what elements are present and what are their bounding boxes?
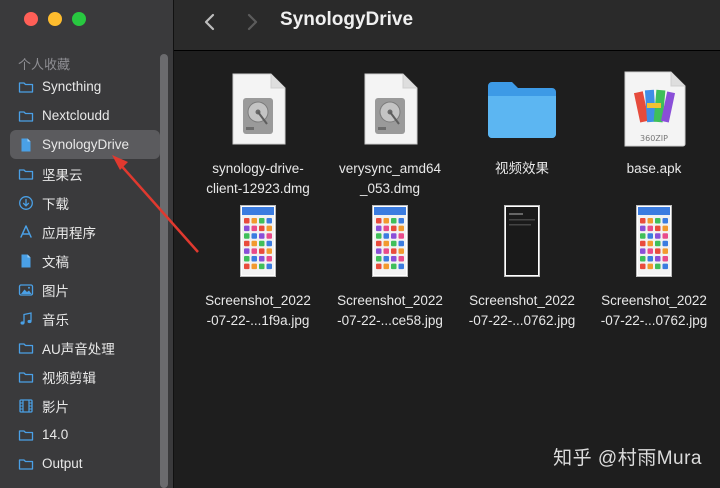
file-item-3[interactable]: 360ZIP base.apk <box>588 65 720 179</box>
sidebar-item-7[interactable]: 图片 <box>10 275 160 304</box>
favorites-section-label: 个人收藏 <box>18 57 71 72</box>
sidebar-item-label: Output <box>42 456 83 471</box>
sidebar-list: Syncthing Nextcloudd SynologyDrive 坚果云下载应用程… <box>10 72 160 478</box>
window-title: SynologyDrive <box>280 9 414 30</box>
file-grid: 知乎 @村雨Mura synology-drive- client-12923.… <box>174 51 720 488</box>
document-icon <box>18 253 34 269</box>
disk-image-icon <box>192 65 324 153</box>
sidebar-item-13[interactable]: Output <box>10 449 160 478</box>
watermark: 知乎 @村雨Mura <box>553 448 702 469</box>
sidebar: 个人收藏 Syncthing Nextcloudd SynologyDrive 坚果云… <box>0 0 174 488</box>
file-name: 视频效果 <box>495 161 549 176</box>
film-icon <box>18 398 34 414</box>
file-badge: 360ZIP <box>640 134 668 143</box>
sidebar-scrollbar[interactable] <box>160 54 168 488</box>
applications-icon <box>18 224 34 240</box>
folder-icon <box>18 108 34 124</box>
music-icon <box>18 311 34 327</box>
sidebar-item-12[interactable]: 14.0 <box>10 420 160 449</box>
sidebar-item-label: Syncthing <box>42 79 102 94</box>
sidebar-item-label: SynologyDrive <box>42 137 130 152</box>
download-icon <box>18 195 34 211</box>
folder-icon <box>18 166 34 182</box>
sidebar-item-1[interactable]: Nextcloudd <box>10 101 160 130</box>
file-item-1[interactable]: verysync_amd64 _053.dmg <box>324 65 456 199</box>
toolbar: SynologyDrive <box>174 0 720 51</box>
sidebar-item-label: 音乐 <box>42 312 69 328</box>
sidebar-item-9[interactable]: AU声音处理 <box>10 333 160 362</box>
chevron-right-icon <box>247 13 258 31</box>
image-thumbnail-icon <box>456 197 588 285</box>
sidebar-item-10[interactable]: 视频剪辑 <box>10 362 160 391</box>
sidebar-item-label: 视频剪辑 <box>42 370 96 386</box>
image-thumbnail-icon <box>324 197 456 285</box>
sidebar-item-11[interactable]: 影片 <box>10 391 160 420</box>
file-item-2[interactable]: 视频效果 <box>456 65 588 179</box>
folder-icon <box>18 340 34 356</box>
folder-icon <box>18 427 34 443</box>
sidebar-item-6[interactable]: 文稿 <box>10 246 160 275</box>
file-name: base.apk <box>626 161 682 176</box>
file-name: synology-drive- client-12923.dmg <box>206 161 310 196</box>
folder-icon <box>18 79 34 95</box>
file-item-6[interactable]: Screenshot_2022 -07-22-...0762.jpg <box>456 197 588 331</box>
file-name: verysync_amd64 _053.dmg <box>338 161 442 196</box>
file-name: Screenshot_2022 -07-22-...0762.jpg <box>468 293 576 328</box>
folder-icon <box>456 65 588 153</box>
file-item-7[interactable]: Screenshot_2022 -07-22-...0762.jpg <box>588 197 720 331</box>
close-window-button[interactable] <box>24 12 38 26</box>
window-controls <box>24 12 86 26</box>
sidebar-item-label: 14.0 <box>42 427 69 442</box>
minimize-window-button[interactable] <box>48 12 62 26</box>
sidebar-item-2[interactable]: SynologyDrive <box>10 130 160 159</box>
sidebar-item-label: Nextcloudd <box>42 108 110 123</box>
sidebar-item-3[interactable]: 坚果云 <box>10 159 160 188</box>
sidebar-item-0[interactable]: Syncthing <box>10 72 160 101</box>
sidebar-item-label: 应用程序 <box>42 225 96 241</box>
photo-icon <box>18 282 34 298</box>
archive-360zip-icon: 360ZIP <box>588 65 720 153</box>
zoom-window-button[interactable] <box>72 12 86 26</box>
file-item-5[interactable]: Screenshot_2022 -07-22-...ce58.jpg <box>324 197 456 331</box>
chevron-left-icon <box>204 13 215 31</box>
file-name: Screenshot_2022 -07-22-...0762.jpg <box>600 293 708 328</box>
folder-icon <box>18 456 34 472</box>
sidebar-item-label: 影片 <box>42 399 69 415</box>
disk-image-icon <box>324 65 456 153</box>
sidebar-item-label: AU声音处理 <box>42 341 115 357</box>
file-item-4[interactable]: Screenshot_2022 -07-22-...1f9a.jpg <box>192 197 324 331</box>
file-name: Screenshot_2022 -07-22-...ce58.jpg <box>337 293 443 328</box>
image-thumbnail-icon <box>588 197 720 285</box>
sidebar-item-8[interactable]: 音乐 <box>10 304 160 333</box>
folder-icon <box>18 369 34 385</box>
forward-button[interactable] <box>240 10 264 34</box>
file-item-0[interactable]: synology-drive- client-12923.dmg <box>192 65 324 199</box>
back-button[interactable] <box>198 10 222 34</box>
image-thumbnail-icon <box>192 197 324 285</box>
sidebar-item-label: 图片 <box>42 283 69 299</box>
sidebar-item-5[interactable]: 应用程序 <box>10 217 160 246</box>
sidebar-item-4[interactable]: 下载 <box>10 188 160 217</box>
file-name: Screenshot_2022 -07-22-...1f9a.jpg <box>205 293 311 328</box>
sidebar-item-label: 下载 <box>42 196 69 212</box>
sidebar-item-label: 文稿 <box>42 254 69 270</box>
document-icon <box>18 137 34 153</box>
sidebar-item-label: 坚果云 <box>42 167 83 183</box>
